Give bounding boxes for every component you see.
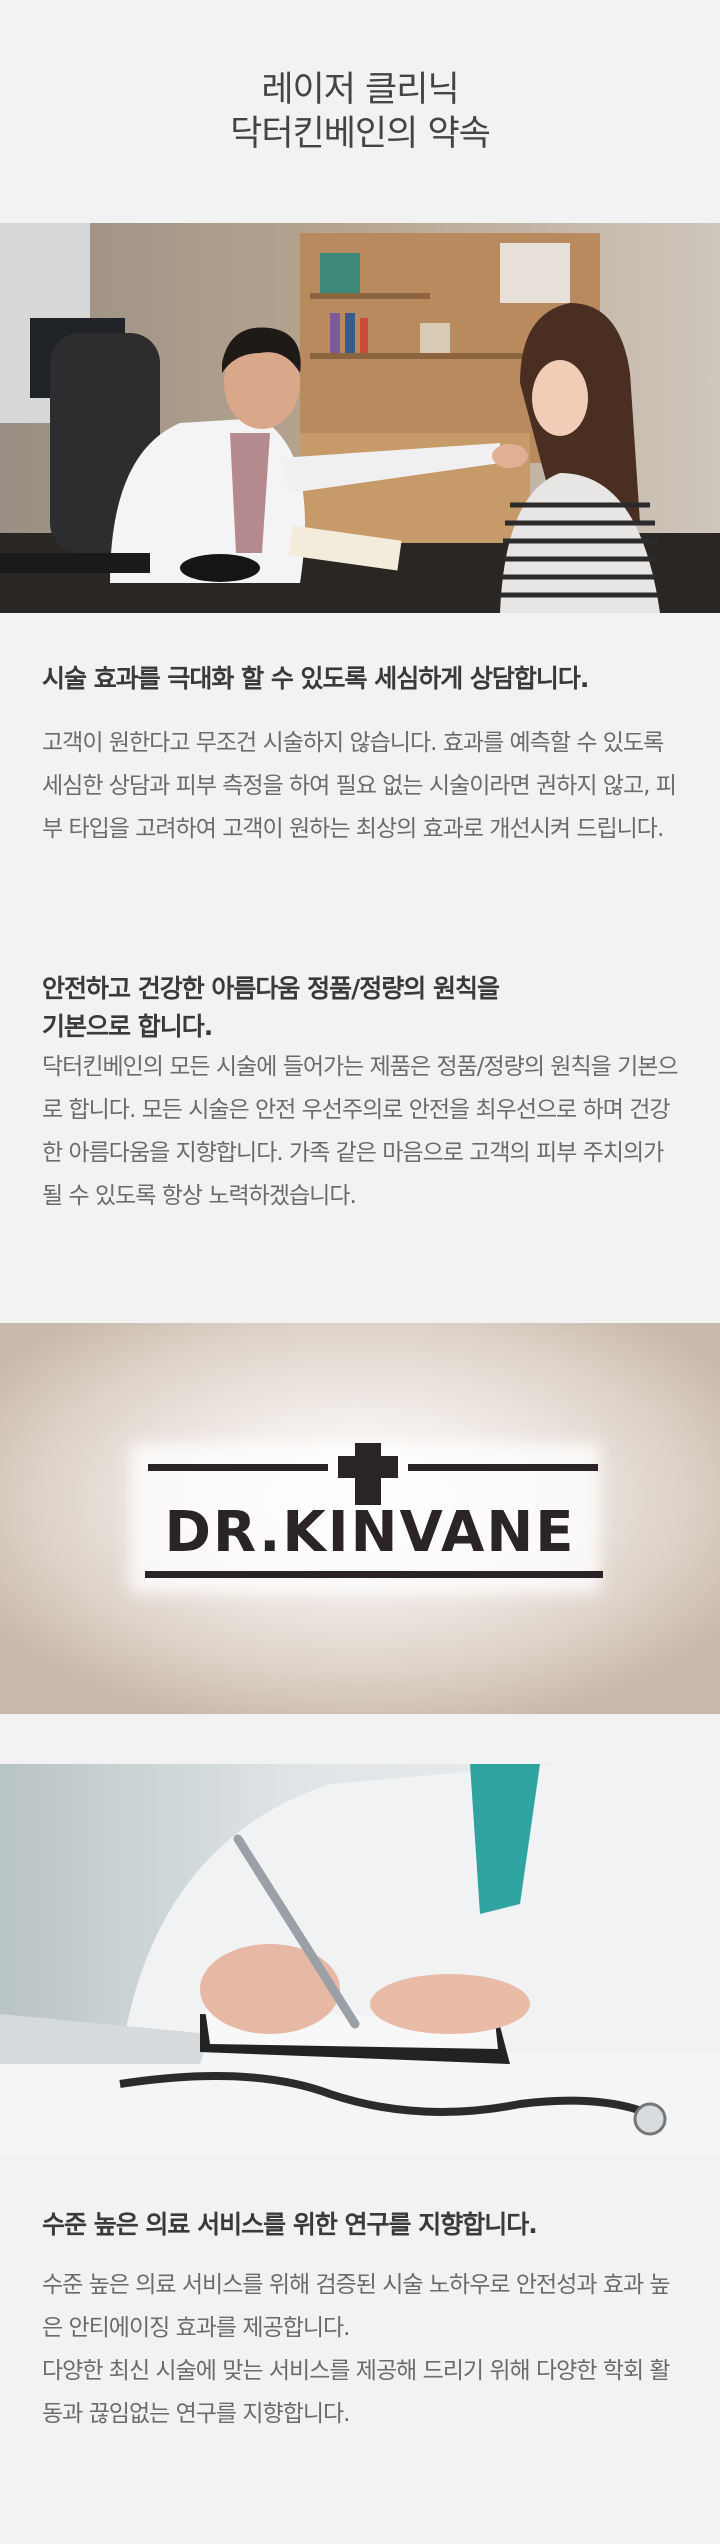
sign-logo-text: DR.KINVANE bbox=[164, 1500, 575, 1565]
section-research: 수준 높은 의료 서비스를 위한 연구를 지향합니다. 수준 높은 의료 서비스… bbox=[42, 2206, 682, 2436]
section-consultation: 시술 효과를 극대화 할 수 있도록 세심하게 상담합니다. 고객이 원한다고 … bbox=[42, 660, 682, 851]
page-header: 레이저 클리닉 닥터킨베인의 약속 bbox=[0, 0, 720, 223]
consultation-photo bbox=[0, 223, 720, 613]
section-body: 수준 높은 의료 서비스를 위해 검증된 시술 노하우로 안전성과 효과 높은 … bbox=[42, 2264, 682, 2436]
section-genuine-products: 안전하고 건강한 아름다움 정품/정량의 원칙을 기본으로 합니다. 닥터킨베인… bbox=[42, 970, 682, 1218]
section-body: 고객이 원한다고 무조건 시술하지 않습니다. 효과를 예측할 수 있도록 세심… bbox=[42, 730, 677, 842]
doctor-writing-photo bbox=[0, 1764, 720, 2155]
page-title-line2: 닥터킨베인의 약속 bbox=[230, 113, 491, 154]
section-body: 닥터킨베인의 모든 시술에 들어가는 제품은 정품/정량의 원칙을 기본으로 합… bbox=[42, 1054, 679, 1209]
section-body-line1: 수준 높은 의료 서비스를 위해 검증된 시술 노하우로 안전성과 효과 높은 … bbox=[42, 2272, 671, 2341]
clinic-sign-photo: DR.KINVANE bbox=[0, 1323, 720, 1714]
section-body-line2: 다양한 최신 시술에 맞는 서비스를 제공해 드리기 위해 다양한 학회 활동과… bbox=[42, 2358, 671, 2427]
section-heading-line2: 기본으로 합니다. bbox=[42, 1012, 213, 1041]
section-heading: 수준 높은 의료 서비스를 위한 연구를 지향합니다. bbox=[42, 2210, 538, 2239]
section-heading-line1: 안전하고 건강한 아름다움 정품/정량의 원칙을 bbox=[42, 974, 500, 1003]
section-heading: 시술 효과를 극대화 할 수 있도록 세심하게 상담합니다. bbox=[42, 664, 589, 693]
section-heading: 안전하고 건강한 아름다움 정품/정량의 원칙을 기본으로 합니다. bbox=[42, 970, 682, 1046]
page-title-line1: 레이저 클리닉 bbox=[261, 69, 459, 110]
